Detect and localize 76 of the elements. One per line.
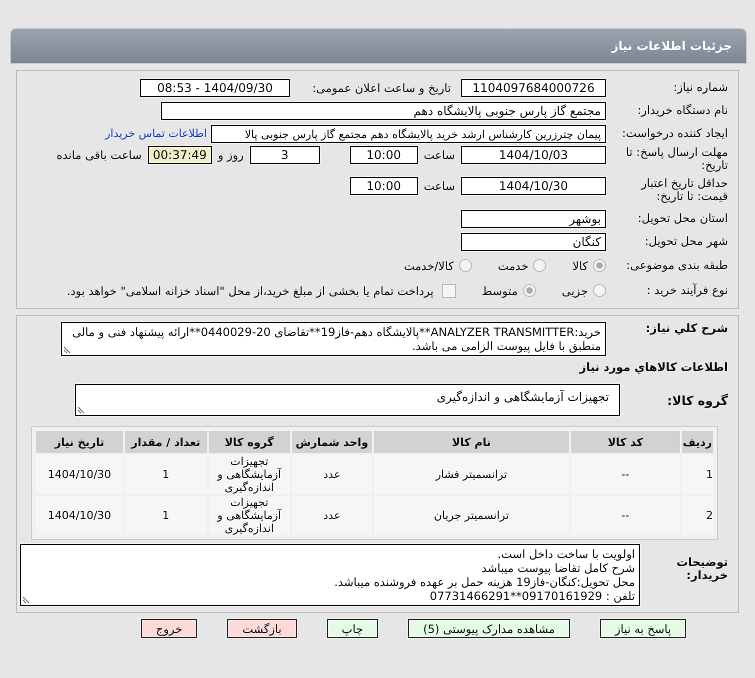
section-title: اطلاعات كالاهاي مورد نياز [578,360,728,374]
action-button[interactable]: پاسخ به نیاز [600,619,686,638]
checkbox[interactable] [442,284,456,298]
field-label: ساعت [424,147,455,164]
table-cell: ترانسمیتر جریان [374,496,569,535]
radio-button[interactable] [593,259,606,272]
action-button[interactable]: خروج [140,619,198,638]
table-cell: 1404/10/30 [36,496,123,535]
city-field[interactable]: کنگان [461,232,606,250]
column-header: نام کالا [374,431,569,453]
table-cell: ترانسمیتر فشار [374,455,569,494]
table-cell: -- [571,455,680,494]
field-label: گروه کالا: [666,394,728,406]
table-cell: 1 [682,455,713,494]
field-label: نوع فرآیند خرید : [646,284,728,297]
table-cell: 1 [124,496,206,535]
table-cell: 1 [124,455,206,494]
days-field[interactable]: 3 [250,146,320,164]
province-field[interactable]: بوشهر [461,210,606,228]
field-label: تاریخ و ساعت اعلان عمومی: [311,80,451,94]
radio-button[interactable] [533,259,546,272]
buyer-notes-field[interactable]: اولویت با ساخت داخل است. شرح کامل تقاضا پیوست میباشد محل تحویل:کنگان-فاز19 هزینه حمل بر عهده فروشنده میباشد. تلفن : 09170161929**07731466291 [20,544,640,606]
field-label: حداقل تاریخ اعتبار قیمت: تا تاریخ: [640,177,728,203]
table-cell: 1404/10/30 [36,455,123,494]
remaining-time-field[interactable]: 00:37:49 [148,146,212,164]
deadline-date-field[interactable]: 1404/10/03 [461,146,606,164]
radio-label: جزیی [562,284,588,298]
validity-time-field[interactable]: 10:00 [350,177,418,195]
table-cell: عدد [292,455,372,494]
goods-group-field[interactable]: تجهیزات آزمایشگاهی و اندازه‌گیری [75,384,620,416]
field-label: ساعت باقی مانده [56,147,142,164]
field-label: شماره نیاز: [672,81,728,94]
deadline-time-field[interactable]: 10:00 [350,146,418,164]
radio-label: خدمت [498,258,528,272]
field-label: استان محل تحویل: [636,212,728,225]
radio-button[interactable] [522,284,536,297]
field-label: ساعت [424,178,455,195]
radio-button[interactable] [593,284,606,297]
resize-grip-icon[interactable] [63,346,71,354]
column-header: کد کالا [571,431,680,453]
table-cell: تجهیزات آزمایشگاهی و اندازه‌گیری [208,496,290,535]
table-cell: -- [571,496,680,535]
field-label: ایجاد کننده درخواست: [621,127,728,140]
column-header: تعداد / مقدار [124,431,206,453]
field-label: توضیحات خریدار: [676,554,728,582]
radio-label: کالا/خدمت [404,258,454,272]
radio-button[interactable] [458,259,472,272]
description-field[interactable]: خرید:ANALYZER TRANSMITTER**پالایشگاه دهم-فاز19**تقاضای 20-0440029**ارائه پیشنهاد فنی و مالی منطبق با فایل پیوست الزامی می باشد. [61,322,606,356]
column-header: تاریخ نیاز [36,431,123,453]
field-label: شهر محل تحویل: [644,235,728,248]
field-label: طبقه بندی موضوعی: [625,259,728,272]
field-label: مهلت ارسال پاسخ: تا تاریخ: [624,146,728,172]
field-label: نام دستگاه خریدار: [636,104,728,117]
column-header: گروه کالا [208,431,290,453]
checkbox-label: پرداخت تمام یا بخشی از مبلغ خرید،از محل "اسناد خزانه اسلامی" خواهد بود. [66,284,434,298]
table-cell: تجهیزات آزمایشگاهی و اندازه‌گیری [208,455,290,494]
action-button[interactable]: بازگشت [227,619,297,638]
table-cell: 2 [682,496,713,535]
announce-date-field[interactable]: 1404/09/30 - 08:53 [140,78,290,96]
action-button[interactable]: مشاهده مدارک پیوستی (5) [408,619,570,638]
column-header: ردیف [682,431,713,453]
contact-buyer-link[interactable]: اطلاعات تماس خریدار [105,127,207,140]
column-header: واحد شمارش [292,431,372,453]
table-cell: عدد [292,496,372,535]
radio-label: متوسط [482,284,518,298]
page-title: جزئیات اطلاعات نیاز [611,39,732,53]
radio-label: کالا [572,258,588,272]
requester-field[interactable]: پیمان چترزرین کارشناس ارشد خرید پالایشگاه دهم مجتمع گاز پارس جنوبی پالا [211,124,606,142]
field-label: روز و [218,147,244,164]
resize-grip-icon[interactable] [77,406,85,414]
resize-grip-icon[interactable] [22,596,30,604]
need-number-field[interactable]: 1104097684000726 [461,78,606,96]
field-label: شرح كلي نياز: [644,322,728,335]
action-button[interactable]: چاپ [326,619,378,638]
buyer-org-field[interactable]: مجتمع گاز پارس جنوبی پالایشگاه دهم [161,102,606,120]
validity-date-field[interactable]: 1404/10/30 [461,177,606,195]
